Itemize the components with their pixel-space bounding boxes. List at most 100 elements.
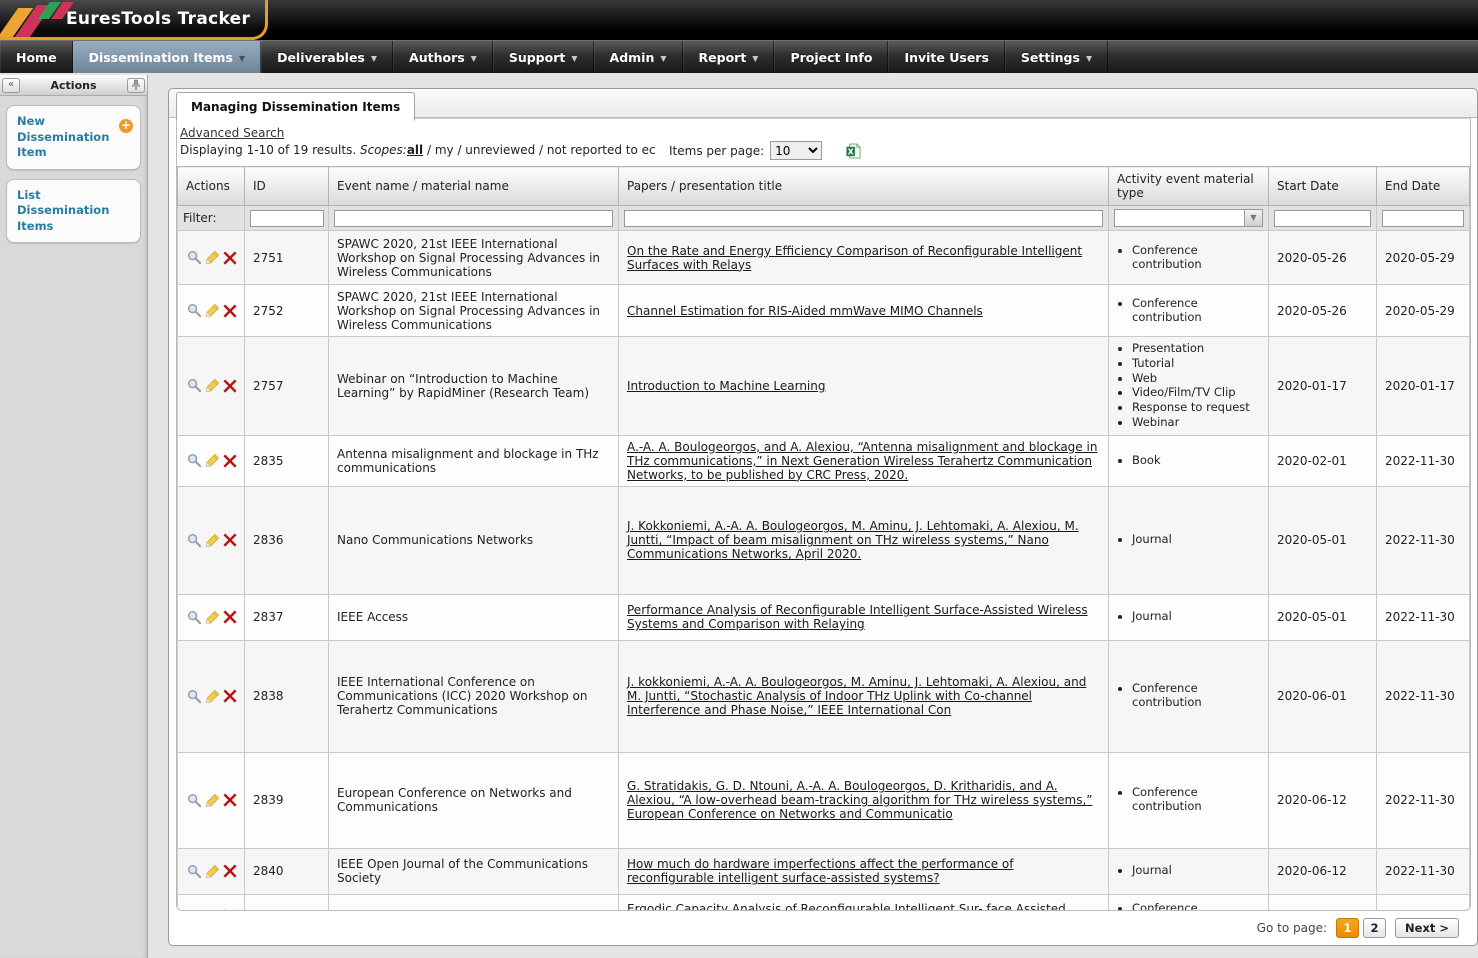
row-actions — [178, 752, 245, 848]
items-per-page-label: Items per page: — [669, 144, 764, 158]
column-header-actions[interactable]: Actions — [178, 167, 245, 206]
edit-icon[interactable] — [205, 610, 220, 625]
filter-input-id[interactable] — [250, 210, 324, 227]
view-icon[interactable] — [187, 793, 202, 808]
paper-title-link[interactable]: Performance Analysis of Reconfigurable I… — [627, 603, 1088, 631]
page-button-2[interactable]: 2 — [1363, 918, 1386, 938]
column-header-end-date[interactable]: End Date — [1377, 167, 1470, 206]
paper-title-link[interactable]: Channel Estimation for RIS-Aided mmWave … — [627, 304, 983, 318]
edit-icon[interactable] — [205, 793, 220, 808]
delete-icon[interactable] — [223, 864, 237, 878]
nav-item-invite-users[interactable]: Invite Users — [888, 41, 1004, 73]
delete-icon[interactable] — [223, 304, 237, 318]
filter-input-event-name[interactable] — [334, 210, 613, 227]
column-header-start-date[interactable]: Start Date — [1269, 167, 1377, 206]
pin-icon[interactable] — [127, 78, 145, 93]
nav-item-deliverables[interactable]: Deliverables▼ — [261, 41, 393, 73]
row-actions — [178, 894, 245, 911]
delete-icon[interactable] — [223, 610, 237, 624]
filter-input-start-date[interactable] — [1274, 210, 1371, 227]
column-header-activity-event-material-type[interactable]: Activity event material type — [1109, 167, 1269, 206]
delete-icon[interactable] — [223, 909, 237, 911]
scope-not-reported-to-ec[interactable]: not reported to ec — [547, 143, 656, 157]
filter-label: Filter: — [178, 206, 245, 231]
nav-item-project-info[interactable]: Project Info — [774, 41, 888, 73]
paper-title-link[interactable]: Introduction to Machine Learning — [627, 379, 826, 393]
paper-title-link[interactable]: G. Stratidakis, G. D. Ntouni, A.-A. A. B… — [627, 779, 1092, 821]
filter-input-end-date[interactable] — [1382, 210, 1464, 227]
edit-icon[interactable] — [205, 909, 220, 911]
column-header-papers-presentation-title[interactable]: Papers / presentation title — [619, 167, 1109, 206]
filter-select-activity-type[interactable]: ▼ — [1114, 209, 1263, 227]
row-id: 2837 — [245, 594, 329, 640]
table-row: 2835Antenna misalignment and blockage in… — [178, 435, 1470, 486]
row-end-date: 2022-11-30 — [1377, 752, 1470, 848]
results-count: Displaying 1-10 of 19 results. — [180, 143, 356, 157]
row-end-date: 2020-05-29 — [1377, 285, 1470, 337]
delete-icon[interactable] — [223, 533, 237, 547]
activity-type-item: Video/Film/TV Clip — [1132, 386, 1260, 400]
scope-my[interactable]: my — [435, 143, 454, 157]
activity-type-item: Presentation — [1132, 342, 1260, 356]
nav-item-authors[interactable]: Authors▼ — [393, 41, 493, 73]
paper-title-link[interactable]: On the Rate and Energy Efficiency Compar… — [627, 244, 1082, 272]
view-icon[interactable] — [187, 610, 202, 625]
edit-icon[interactable] — [205, 453, 220, 468]
nav-item-dissemination-items[interactable]: Dissemination Items▼ — [73, 41, 262, 73]
edit-icon[interactable] — [205, 533, 220, 548]
view-icon[interactable] — [187, 864, 202, 879]
excel-export-icon[interactable]: X — [846, 143, 861, 159]
table-row: 2752SPAWC 2020, 21st IEEE International … — [178, 285, 1470, 337]
row-start-date: 2020-05-01 — [1269, 486, 1377, 594]
scope-all[interactable]: all — [407, 143, 423, 157]
view-icon[interactable] — [187, 303, 202, 318]
main-panel: Managing Dissemination Items Advanced Se… — [168, 88, 1478, 946]
paper-title-link[interactable]: J. kokkoniemi, A.-A. A. Boulogeorgos, M.… — [627, 675, 1086, 717]
advanced-search-link[interactable]: Advanced Search — [180, 126, 284, 140]
sidebar-collapse-button[interactable]: « — [2, 78, 20, 93]
filter-input-papers-title[interactable] — [624, 210, 1103, 227]
sidebar-button-new-dissemination-item[interactable]: New Dissemination Item+ — [6, 105, 141, 170]
delete-icon[interactable] — [223, 251, 237, 265]
delete-icon[interactable] — [223, 454, 237, 468]
tab-managing-dissemination-items[interactable]: Managing Dissemination Items — [176, 92, 415, 121]
nav-item-settings[interactable]: Settings▼ — [1005, 41, 1108, 73]
paper-title-link[interactable]: How much do hardware imperfections affec… — [627, 857, 1014, 885]
view-icon[interactable] — [187, 453, 202, 468]
paper-title-link[interactable]: A.-A. A. Boulogeorgos, and A. Alexiou, “… — [627, 440, 1097, 482]
page-button-1[interactable]: 1 — [1336, 918, 1359, 938]
row-activity-types: Book — [1109, 435, 1269, 486]
view-icon[interactable] — [187, 533, 202, 548]
edit-icon[interactable] — [205, 864, 220, 879]
delete-icon[interactable] — [223, 689, 237, 703]
delete-icon[interactable] — [223, 793, 237, 807]
row-id: 2841 — [245, 894, 329, 911]
row-id: 2839 — [245, 752, 329, 848]
table-row: 2841IEEE 5G World Forum Ergodic Capacity … — [178, 894, 1470, 911]
row-event-name: IEEE 5G World Forum — [329, 894, 619, 911]
view-icon[interactable] — [187, 378, 202, 393]
column-header-id[interactable]: ID — [245, 167, 329, 206]
nav-item-home[interactable]: Home — [0, 41, 73, 73]
delete-icon[interactable] — [223, 379, 237, 393]
edit-icon[interactable] — [205, 250, 220, 265]
view-icon[interactable] — [187, 689, 202, 704]
sidebar-button-list-dissemination-items[interactable]: List Dissemination Items — [6, 179, 141, 244]
view-icon[interactable] — [187, 909, 202, 911]
paper-title-link[interactable]: Ergodic Capacity Analysis of Reconfigura… — [627, 902, 1066, 911]
paper-title-link[interactable]: J. Kokkoniemi, A.-A. A. Boulogeorgos, M.… — [627, 519, 1079, 561]
nav-item-label: Settings — [1021, 50, 1080, 65]
sidebar-title: Actions — [20, 79, 127, 92]
nav-item-report[interactable]: Report▼ — [683, 41, 775, 73]
edit-icon[interactable] — [205, 303, 220, 318]
scope-unreviewed[interactable]: unreviewed — [465, 143, 535, 157]
nav-item-admin[interactable]: Admin▼ — [594, 41, 683, 73]
view-icon[interactable] — [187, 250, 202, 265]
column-header-event-name-material-name[interactable]: Event name / material name — [329, 167, 619, 206]
edit-icon[interactable] — [205, 689, 220, 704]
items-per-page-select[interactable]: 10 — [770, 141, 822, 160]
table-row: 2757Webinar on “Introduction to Machine … — [178, 337, 1470, 436]
next-page-button[interactable]: Next > — [1395, 918, 1459, 938]
nav-item-support[interactable]: Support▼ — [493, 41, 594, 73]
edit-icon[interactable] — [205, 378, 220, 393]
